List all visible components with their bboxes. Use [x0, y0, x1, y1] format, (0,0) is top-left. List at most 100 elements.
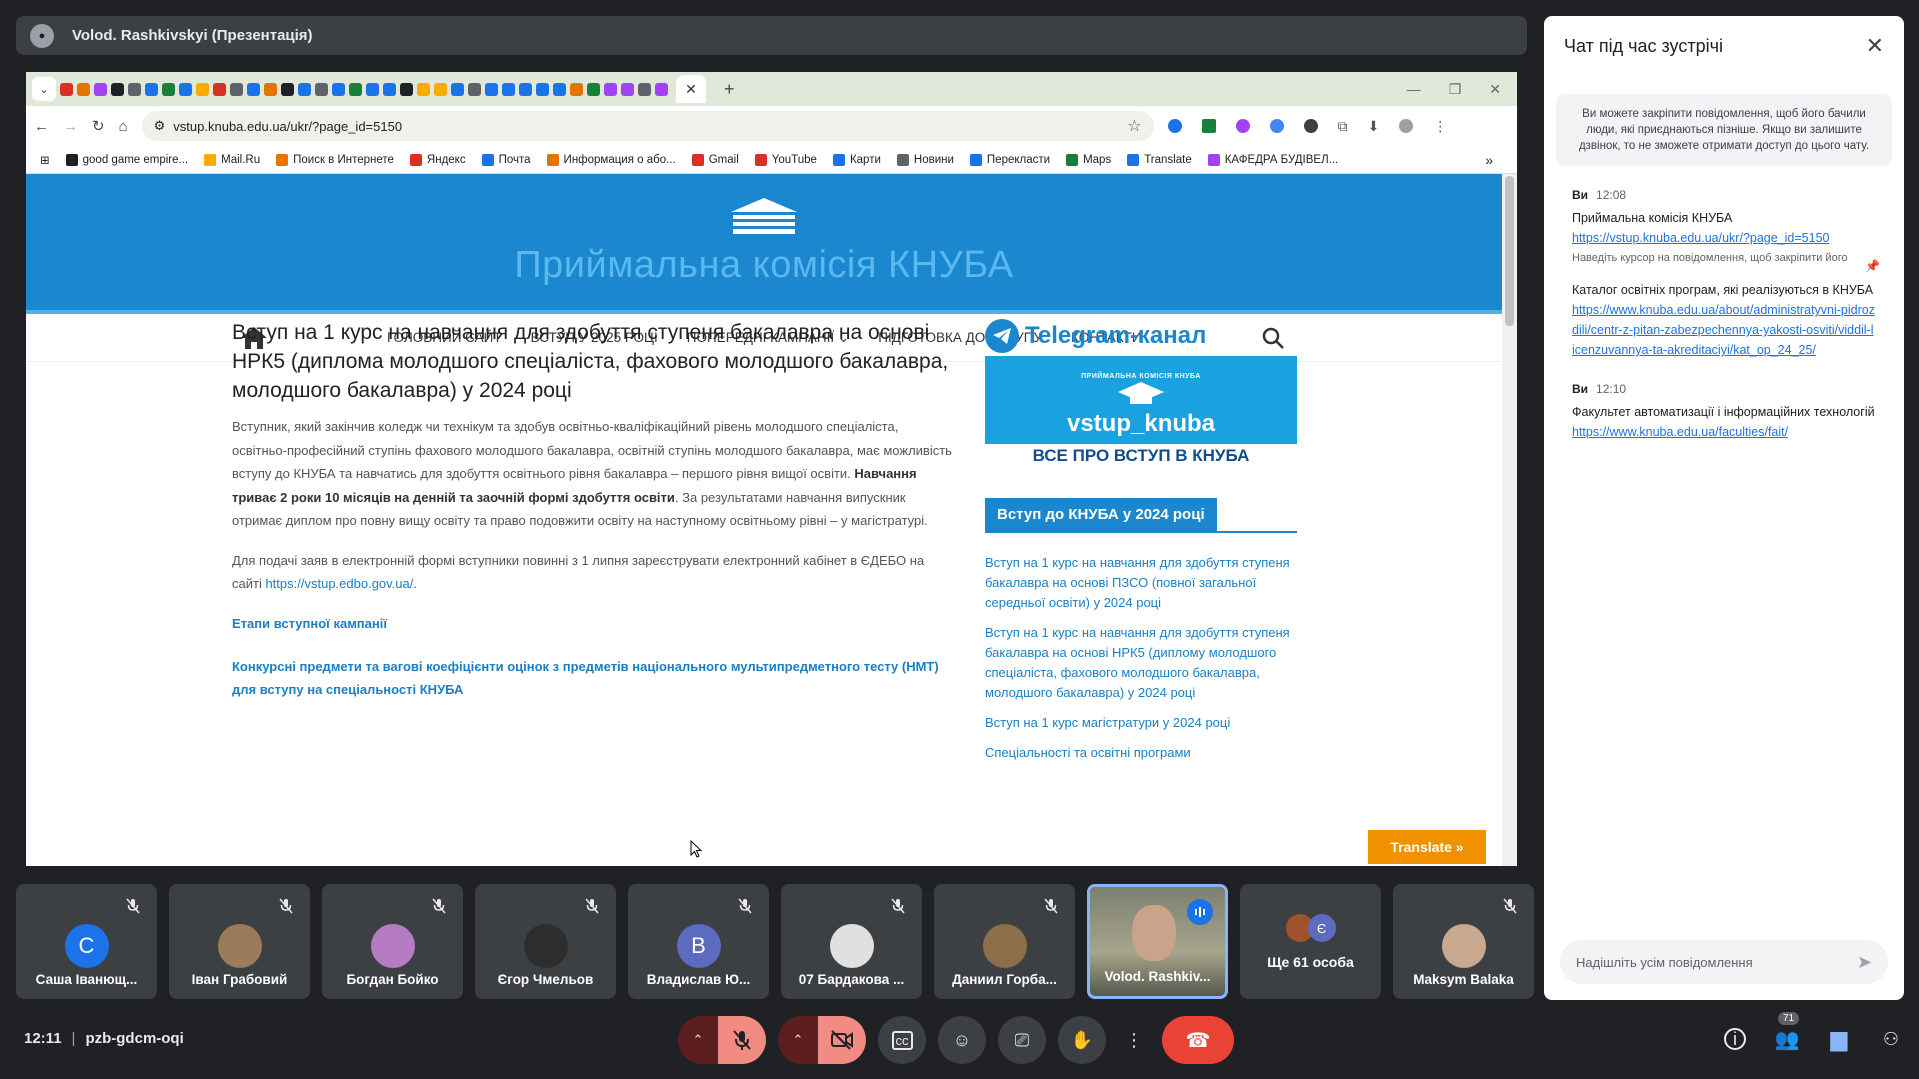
- tab-icon[interactable]: [519, 82, 532, 96]
- window-close-icon[interactable]: ✕: [1489, 81, 1501, 98]
- present-button[interactable]: ⎚: [998, 1016, 1046, 1064]
- bookmark-item[interactable]: Новини: [896, 153, 954, 166]
- send-icon[interactable]: ➤: [1857, 952, 1872, 973]
- chat-message[interactable]: Приймальна комісія КНУБА https://vstup.k…: [1572, 208, 1880, 273]
- participant-tile[interactable]: Богдан Бойко: [322, 884, 463, 999]
- participant-tile[interactable]: Єгор Чмельов: [475, 884, 616, 999]
- tab-icon[interactable]: [366, 82, 379, 96]
- tab-icon[interactable]: [638, 82, 651, 96]
- chat-message[interactable]: Факультет автоматизації і інформаційних …: [1572, 402, 1876, 442]
- tab-icon[interactable]: [111, 82, 124, 96]
- scrollbar-thumb[interactable]: [1505, 176, 1514, 326]
- tab-icon[interactable]: [264, 82, 277, 96]
- participant-tile[interactable]: С Саша Іванющ...: [16, 884, 157, 999]
- tab-icon[interactable]: [400, 82, 413, 96]
- participant-tile[interactable]: Є Ще 61 особа: [1240, 884, 1381, 999]
- sidebar-link[interactable]: Спеціальності та освітні програми: [985, 743, 1297, 763]
- tab-icon[interactable]: [179, 82, 192, 96]
- bookmark-item[interactable]: Maps: [1066, 153, 1111, 166]
- telegram-banner[interactable]: Telegram-канал ПРИЙМАЛЬНА КОМІСІЯ КНУБА …: [985, 318, 1297, 468]
- tab-icon[interactable]: [434, 82, 447, 96]
- tab-icon[interactable]: [485, 82, 498, 96]
- translate-button[interactable]: Translate »: [1368, 830, 1486, 864]
- bookmark-star-icon[interactable]: ☆: [1127, 116, 1141, 136]
- tab-icon[interactable]: [553, 82, 566, 96]
- bookmark-item[interactable]: Информация о або...: [546, 153, 676, 166]
- chat-message[interactable]: Каталог освітніх програм, які реалізують…: [1572, 280, 1876, 360]
- tab-icon[interactable]: [468, 82, 481, 96]
- tab-icon[interactable]: [128, 82, 141, 96]
- bookmark-item[interactable]: good game empire...: [65, 153, 188, 166]
- forward-arrow-icon[interactable]: →: [63, 118, 78, 135]
- tab-icon[interactable]: [655, 82, 668, 96]
- extension-icon[interactable]: [1269, 119, 1284, 133]
- participant-tile[interactable]: Іван Грабовий: [169, 884, 310, 999]
- extension-icon[interactable]: [1167, 119, 1182, 133]
- tab-icon[interactable]: [332, 82, 345, 96]
- extension-pen-icon[interactable]: [1235, 119, 1250, 133]
- participant-tile[interactable]: Даниил Горба...: [934, 884, 1075, 999]
- page-scrollbar[interactable]: [1502, 174, 1517, 866]
- captions-button[interactable]: cc: [878, 1016, 926, 1064]
- minimize-icon[interactable]: —: [1407, 81, 1421, 98]
- more-options-button[interactable]: ⋮: [1118, 1016, 1150, 1064]
- active-tab-close-icon[interactable]: ✕: [676, 75, 706, 103]
- reload-icon[interactable]: ↻: [92, 117, 105, 135]
- tab-icon[interactable]: [213, 82, 226, 96]
- participant-tile[interactable]: 07 Бардакова ...: [781, 884, 922, 999]
- meeting-details-button[interactable]: i: [1722, 1026, 1748, 1052]
- tab-icon[interactable]: [94, 82, 107, 96]
- new-tab-plus-icon[interactable]: +: [724, 79, 735, 100]
- tab-icon[interactable]: [298, 82, 311, 96]
- profile-avatar[interactable]: [1399, 119, 1414, 133]
- chat-input[interactable]: Надішліть усім повідомлення ➤: [1560, 940, 1888, 984]
- tab-icon[interactable]: [451, 82, 464, 96]
- extension-icon[interactable]: [1303, 119, 1318, 133]
- leave-call-button[interactable]: ☎: [1162, 1016, 1234, 1064]
- tab-icon[interactable]: [587, 82, 600, 96]
- people-button[interactable]: 71 👥: [1774, 1012, 1800, 1052]
- bookmark-item[interactable]: Почта: [481, 153, 531, 166]
- stages-link[interactable]: Етапи вступної кампанії: [232, 612, 952, 635]
- tab-search-icon[interactable]: ⌄: [32, 77, 56, 101]
- download-icon[interactable]: ⬇: [1368, 118, 1380, 135]
- tab-icon[interactable]: [162, 82, 175, 96]
- edbo-link[interactable]: https://vstup.edbo.gov.ua/: [265, 576, 413, 591]
- bookmark-item[interactable]: Translate: [1127, 153, 1192, 166]
- camera-options-chevron-icon[interactable]: ⌃: [778, 1016, 818, 1064]
- tab-icon[interactable]: [247, 82, 260, 96]
- participant-tile[interactable]: В Владислав Ю...: [628, 884, 769, 999]
- bookmark-item[interactable]: Яндекс: [409, 153, 466, 166]
- participant-tile[interactable]: Volod. Rashkiv...: [1087, 884, 1228, 999]
- site-info-icon[interactable]: ⚙: [154, 118, 166, 134]
- tab-icon[interactable]: [315, 82, 328, 96]
- tab-gmail-icon[interactable]: [60, 82, 73, 96]
- emoji-button[interactable]: ☺: [938, 1016, 986, 1064]
- tab-icon[interactable]: [145, 82, 158, 96]
- tab-icon[interactable]: [536, 82, 549, 96]
- bookmark-item[interactable]: Перекласти: [969, 153, 1050, 166]
- sidebar-link[interactable]: Вступ на 1 курс на навчання для здобуття…: [985, 553, 1297, 613]
- tab-icon[interactable]: [570, 82, 583, 96]
- tab-icon[interactable]: [417, 82, 430, 96]
- tab-icon[interactable]: [383, 82, 396, 96]
- activities-button[interactable]: ⚇: [1878, 1026, 1904, 1052]
- home-icon[interactable]: ⌂: [119, 118, 128, 135]
- tab-icon[interactable]: [349, 82, 362, 96]
- bookmark-item[interactable]: YouTube: [754, 153, 817, 166]
- message-link[interactable]: https://www.knuba.edu.ua/about/administr…: [1572, 303, 1875, 357]
- sidebar-link[interactable]: Вступ на 1 курс магістратури у 2024 році: [985, 713, 1297, 733]
- bookmarks-overflow-icon[interactable]: »: [1485, 152, 1493, 168]
- bookmark-item[interactable]: Mail.Ru: [204, 153, 260, 166]
- tab-icon[interactable]: [230, 82, 243, 96]
- message-link[interactable]: https://www.knuba.edu.ua/faculties/fait/: [1572, 425, 1788, 439]
- bookmark-item[interactable]: Gmail: [691, 153, 739, 166]
- raise-hand-button[interactable]: ✋: [1058, 1016, 1106, 1064]
- back-arrow-icon[interactable]: ←: [34, 118, 49, 135]
- apps-grid-icon[interactable]: ⊞: [40, 153, 50, 167]
- chat-close-icon[interactable]: ✕: [1866, 33, 1884, 59]
- camera-off-button[interactable]: [818, 1016, 866, 1064]
- sidebar-link[interactable]: Вступ на 1 курс на навчання для здобуття…: [985, 623, 1297, 703]
- tab-icon[interactable]: [502, 82, 515, 96]
- bookmark-item[interactable]: Карти: [832, 153, 881, 166]
